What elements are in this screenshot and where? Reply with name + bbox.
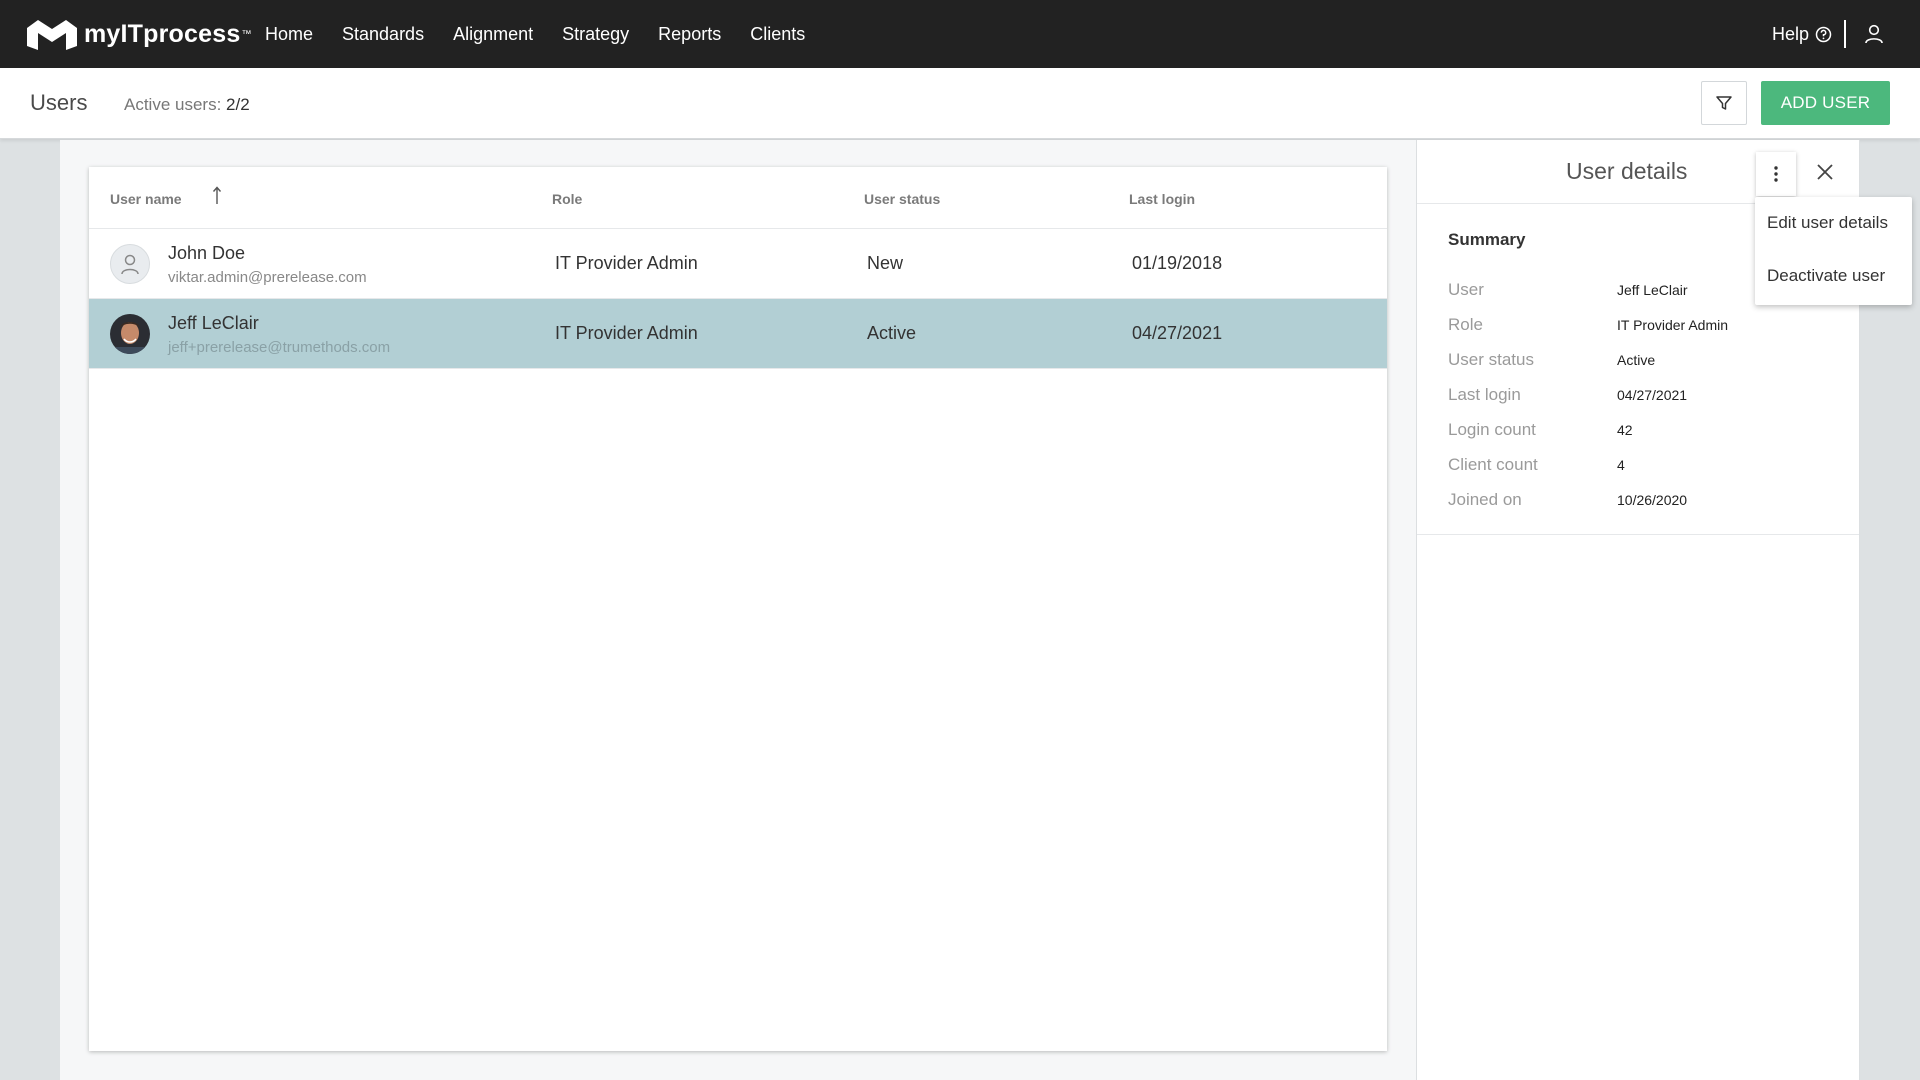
detail-label-client-count: Client count — [1448, 455, 1538, 474]
menu-item-deactivate-user[interactable]: Deactivate user — [1767, 266, 1885, 286]
help-link[interactable]: Help — [1772, 0, 1832, 68]
nav-strategy[interactable]: Strategy — [562, 24, 629, 45]
detail-label-joined-on: Joined on — [1448, 490, 1522, 509]
user-last-login: 01/19/2018 — [1132, 253, 1223, 273]
users-table: User name Role User status Last login Jo… — [89, 167, 1387, 1051]
detail-value-status: Active — [1617, 352, 1656, 368]
detail-label-user: User — [1448, 280, 1484, 299]
filter-button[interactable] — [1701, 81, 1747, 125]
nav-home[interactable]: Home — [265, 24, 313, 45]
brand-tm: ™ — [241, 28, 252, 40]
menu-item-edit-user-details[interactable]: Edit user details — [1767, 213, 1888, 233]
panel-title: User details — [1566, 158, 1688, 184]
avatar-placeholder — [110, 244, 150, 284]
question-circle-icon — [1815, 26, 1832, 42]
table-header: User name Role User status Last login — [89, 167, 1387, 229]
user-photo — [110, 314, 150, 354]
active-users-summary: Active users: 2/2 — [124, 95, 250, 115]
active-users-count: 2/2 — [226, 95, 250, 114]
user-actions-menu: Edit user details Deactivate user — [1755, 197, 1912, 305]
brand-logo[interactable]: myITprocess ™ — [24, 16, 251, 52]
user-email: jeff+prerelease@trumethods.com — [168, 339, 391, 356]
filter-icon — [1716, 96, 1732, 110]
nav-clients[interactable]: Clients — [750, 24, 805, 45]
user-status: New — [867, 253, 904, 273]
detail-label-login-count: Login count — [1448, 420, 1536, 439]
column-header-role[interactable]: Role — [552, 191, 582, 207]
detail-value-joined-on: 10/26/2020 — [1617, 492, 1688, 508]
page-title: Users — [30, 90, 88, 115]
detail-value-client-count: 4 — [1617, 457, 1625, 473]
user-role: IT Provider Admin — [555, 323, 698, 343]
column-header-user-name[interactable]: User name — [110, 186, 222, 207]
active-users-label: Active users: — [124, 95, 222, 114]
user-account-icon[interactable] — [1864, 24, 1884, 44]
logo-icon — [27, 20, 77, 50]
detail-label-status: User status — [1448, 350, 1534, 369]
detail-value-role: IT Provider Admin — [1617, 317, 1729, 333]
add-user-button[interactable]: ADD USER — [1761, 81, 1890, 125]
sort-ascending-icon[interactable] — [212, 185, 222, 205]
user-name: Jeff LeClair — [168, 313, 259, 333]
user-email: viktar.admin@prerelease.com — [168, 269, 367, 286]
detail-value-user: Jeff LeClair — [1617, 282, 1688, 298]
panel-header: User details — [1417, 140, 1859, 204]
user-placeholder-icon — [121, 254, 139, 275]
detail-label-last-login: Last login — [1448, 385, 1521, 404]
user-last-login: 04/27/2021 — [1132, 323, 1223, 343]
brand-name: myITprocess — [84, 19, 241, 48]
summary-heading: Summary — [1448, 230, 1526, 249]
detail-label-role: Role — [1448, 315, 1483, 334]
table-row-selected[interactable]: Jeff LeClair jeff+prerelease@trumethods.… — [89, 299, 1387, 369]
user-status: Active — [867, 323, 917, 343]
nav-alignment[interactable]: Alignment — [453, 24, 533, 45]
top-navbar: myITprocess ™ Home Standards Alignment St… — [0, 0, 1920, 68]
table-row[interactable]: John Doe viktar.admin@prerelease.com IT … — [89, 229, 1387, 299]
column-header-user-status[interactable]: User status — [864, 191, 940, 207]
nav-divider — [1844, 20, 1846, 48]
more-options-button[interactable] — [1756, 152, 1796, 196]
detail-value-last-login: 04/27/2021 — [1617, 387, 1688, 403]
column-header-last-login[interactable]: Last login — [1129, 191, 1195, 207]
panel-divider — [1417, 534, 1859, 535]
user-name: John Doe — [168, 243, 246, 263]
avatar — [110, 314, 150, 354]
nav-reports[interactable]: Reports — [658, 24, 721, 45]
detail-value-login-count: 42 — [1617, 422, 1633, 438]
close-icon[interactable] — [1813, 160, 1837, 184]
user-role: IT Provider Admin — [555, 253, 698, 273]
help-label: Help — [1771, 23, 1809, 44]
kebab-menu-icon — [1774, 166, 1778, 182]
page-header: Users Active users: 2/2 ADD USER — [0, 68, 1920, 139]
nav-standards[interactable]: Standards — [342, 24, 424, 45]
main-nav: Home Standards Alignment Strategy Report… — [265, 0, 834, 68]
column-label-user-name: User name — [110, 191, 182, 207]
